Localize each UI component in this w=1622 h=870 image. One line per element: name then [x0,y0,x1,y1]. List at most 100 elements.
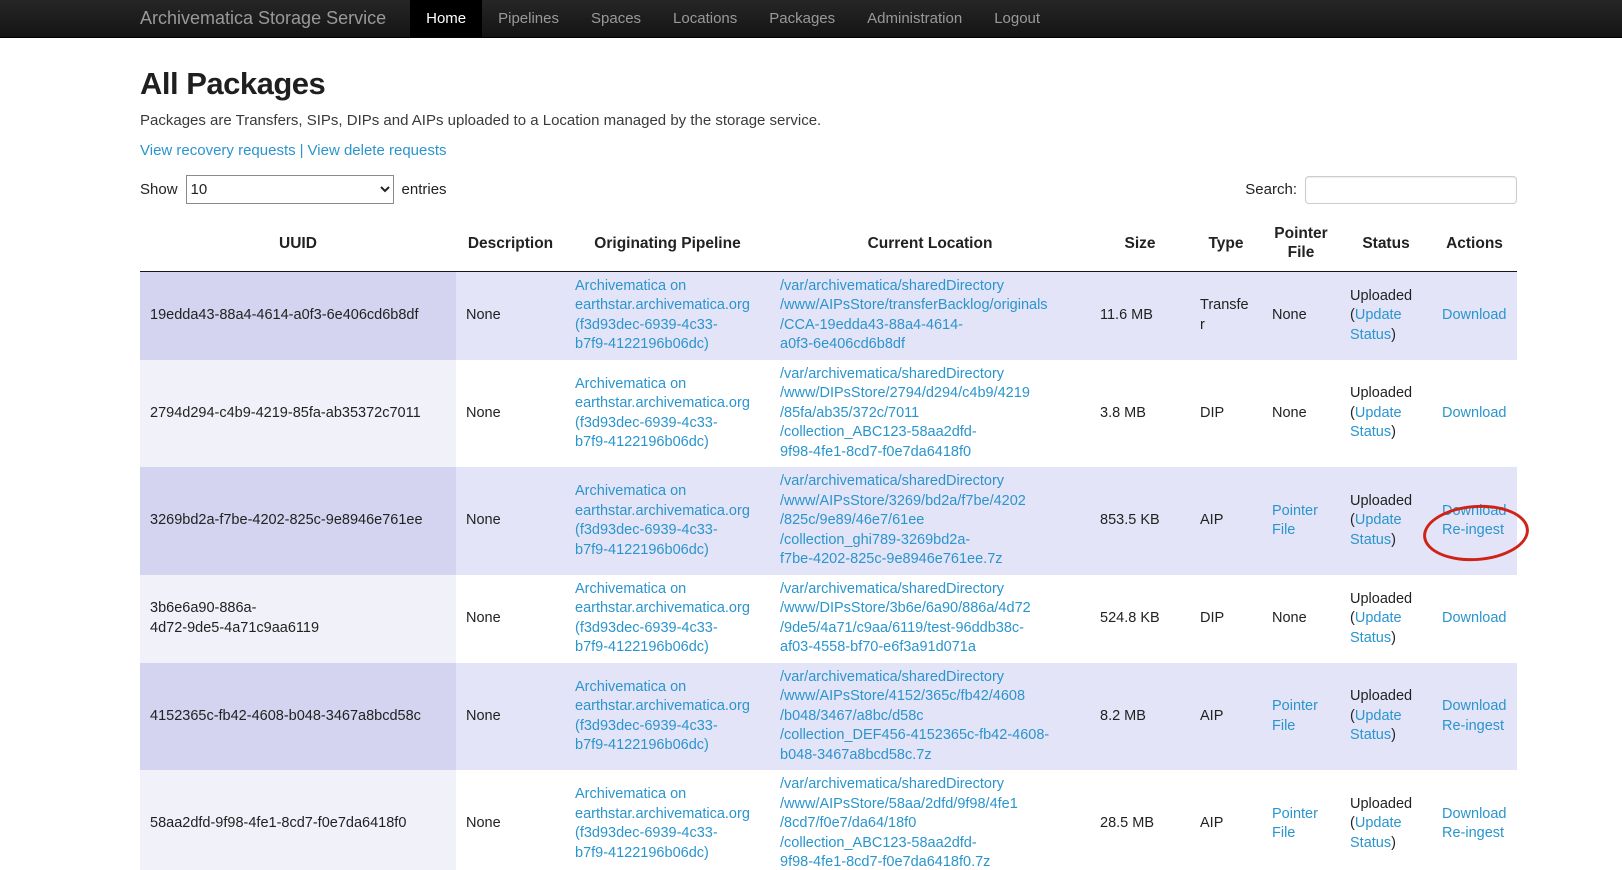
current-location-link[interactable]: /var/archivematica/sharedDirectory /www/… [780,581,1031,656]
originating-pipeline-link[interactable]: Archivematica on earthstar.archivematica… [575,483,750,558]
type-cell: AIP [1190,663,1262,771]
description-cell: None [456,575,565,663]
packages-table: UUID Description Originating Pipeline Cu… [140,216,1517,870]
status-cell: Uploaded (Update Status) [1340,467,1432,575]
description-cell: None [456,663,565,771]
pointer-file-link[interactable]: Pointer File [1272,698,1318,734]
page-size-select[interactable]: 10 [186,175,394,204]
pipeline-cell: Archivematica on earthstar.archivematica… [565,360,770,468]
table-row: 19edda43-88a4-4614-a0f3-6e406cd6b8df Non… [140,271,1517,360]
header-description[interactable]: Description [456,216,565,271]
header-pipeline[interactable]: Originating Pipeline [565,216,770,271]
current-location-link[interactable]: /var/archivematica/sharedDirectory /www/… [780,776,1018,870]
actions-cell: Download Re-ingest [1432,770,1517,870]
table-row: 3269bd2a-f7be-4202-825c-9e8946e761ee Non… [140,467,1517,575]
table-row: 3b6e6a90-886a- 4d72-9de5-4a71c9aa6119 No… [140,575,1517,663]
pointer-file-cell: None [1262,271,1340,360]
pointer-file-cell: Pointer File [1262,663,1340,771]
table-row: 2794d294-c4b9-4219-85fa-ab35372c7011 Non… [140,360,1517,468]
header-status[interactable]: Status [1340,216,1432,271]
originating-pipeline-link[interactable]: Archivematica on earthstar.archivematica… [575,581,750,656]
main-nav: Home Pipelines Spaces Locations Packages… [410,0,1056,37]
download-link[interactable]: Download [1442,697,1507,717]
status-text-close: ) [1391,630,1396,646]
download-link[interactable]: Download [1442,502,1507,522]
reingest-link[interactable]: Re-ingest [1442,824,1504,844]
page-title: All Packages [140,66,1517,102]
download-link[interactable]: Download [1442,805,1507,825]
download-link[interactable]: Download [1442,306,1507,326]
nav-item-locations[interactable]: Locations [657,0,753,37]
current-location-link[interactable]: /var/archivematica/sharedDirectory /www/… [780,669,1049,763]
pointer-file-link[interactable]: Pointer File [1272,806,1318,842]
pipeline-cell: Archivematica on earthstar.archivematica… [565,663,770,771]
location-cell: /var/archivematica/sharedDirectory /www/… [770,663,1090,771]
location-cell: /var/archivematica/sharedDirectory /www/… [770,360,1090,468]
header-location[interactable]: Current Location [770,216,1090,271]
request-links: View recovery requests|View delete reque… [140,142,1517,159]
type-cell: DIP [1190,575,1262,663]
pipeline-cell: Archivematica on earthstar.archivematica… [565,467,770,575]
top-navbar: Archivematica Storage Service Home Pipel… [0,0,1622,38]
show-label: Show [140,181,178,198]
nav-item-administration[interactable]: Administration [851,0,978,37]
originating-pipeline-link[interactable]: Archivematica on earthstar.archivematica… [575,786,750,861]
type-cell: DIP [1190,360,1262,468]
status-text-close: ) [1391,835,1396,851]
pointer-file-cell: None [1262,575,1340,663]
nav-item-packages[interactable]: Packages [753,0,851,37]
header-pointer[interactable]: Pointer File [1262,216,1340,271]
header-actions[interactable]: Actions [1432,216,1517,271]
actions-cell: Download [1432,271,1517,360]
originating-pipeline-link[interactable]: Archivematica on earthstar.archivematica… [575,376,750,451]
header-type[interactable]: Type [1190,216,1262,271]
location-cell: /var/archivematica/sharedDirectory /www/… [770,770,1090,870]
view-recovery-requests-link[interactable]: View recovery requests [140,142,296,159]
pipeline-cell: Archivematica on earthstar.archivematica… [565,271,770,360]
originating-pipeline-link[interactable]: Archivematica on earthstar.archivematica… [575,679,750,754]
view-delete-requests-link[interactable]: View delete requests [308,142,447,159]
reingest-link[interactable]: Re-ingest [1442,521,1504,541]
nav-item-home[interactable]: Home [410,0,482,37]
search-input[interactable] [1305,176,1517,204]
table-body: 19edda43-88a4-4614-a0f3-6e406cd6b8df Non… [140,271,1517,870]
download-link[interactable]: Download [1442,404,1507,424]
status-text-close: ) [1391,424,1396,440]
header-uuid[interactable]: UUID [140,216,456,271]
current-location-link[interactable]: /var/archivematica/sharedDirectory /www/… [780,366,1030,460]
actions-cell: Download Re-ingest [1432,467,1517,575]
uuid-cell: 2794d294-c4b9-4219-85fa-ab35372c7011 [140,360,456,468]
status-text-close: ) [1391,727,1396,743]
search-control: Search: [1245,176,1517,204]
location-cell: /var/archivematica/sharedDirectory /www/… [770,271,1090,360]
pointer-file-none: None [1272,610,1307,626]
show-entries-control: Show 10 entries [140,175,447,204]
size-cell: 8.2 MB [1090,663,1190,771]
status-text-close: ) [1391,327,1396,343]
link-separator: | [296,142,308,159]
originating-pipeline-link[interactable]: Archivematica on earthstar.archivematica… [575,278,750,353]
pipeline-cell: Archivematica on earthstar.archivematica… [565,770,770,870]
nav-item-spaces[interactable]: Spaces [575,0,657,37]
size-cell: 11.6 MB [1090,271,1190,360]
download-link[interactable]: Download [1442,609,1507,629]
pointer-file-cell: Pointer File [1262,467,1340,575]
status-cell: Uploaded (Update Status) [1340,575,1432,663]
current-location-link[interactable]: /var/archivematica/sharedDirectory /www/… [780,278,1048,353]
actions-cell: Download [1432,575,1517,663]
uuid-cell: 4152365c-fb42-4608-b048-3467a8bcd58c [140,663,456,771]
header-size[interactable]: Size [1090,216,1190,271]
current-location-link[interactable]: /var/archivematica/sharedDirectory /www/… [780,473,1026,567]
table-controls: Show 10 entries Search: [140,175,1517,204]
pointer-file-none: None [1272,405,1307,421]
reingest-link[interactable]: Re-ingest [1442,717,1504,737]
uuid-cell: 58aa2dfd-9f98-4fe1-8cd7-f0e7da6418f0 [140,770,456,870]
size-cell: 524.8 KB [1090,575,1190,663]
size-cell: 28.5 MB [1090,770,1190,870]
pointer-file-cell: Pointer File [1262,770,1340,870]
pointer-file-link[interactable]: Pointer File [1272,503,1318,539]
table-row: 4152365c-fb42-4608-b048-3467a8bcd58c Non… [140,663,1517,771]
nav-item-logout[interactable]: Logout [978,0,1056,37]
table-header: UUID Description Originating Pipeline Cu… [140,216,1517,271]
nav-item-pipelines[interactable]: Pipelines [482,0,575,37]
